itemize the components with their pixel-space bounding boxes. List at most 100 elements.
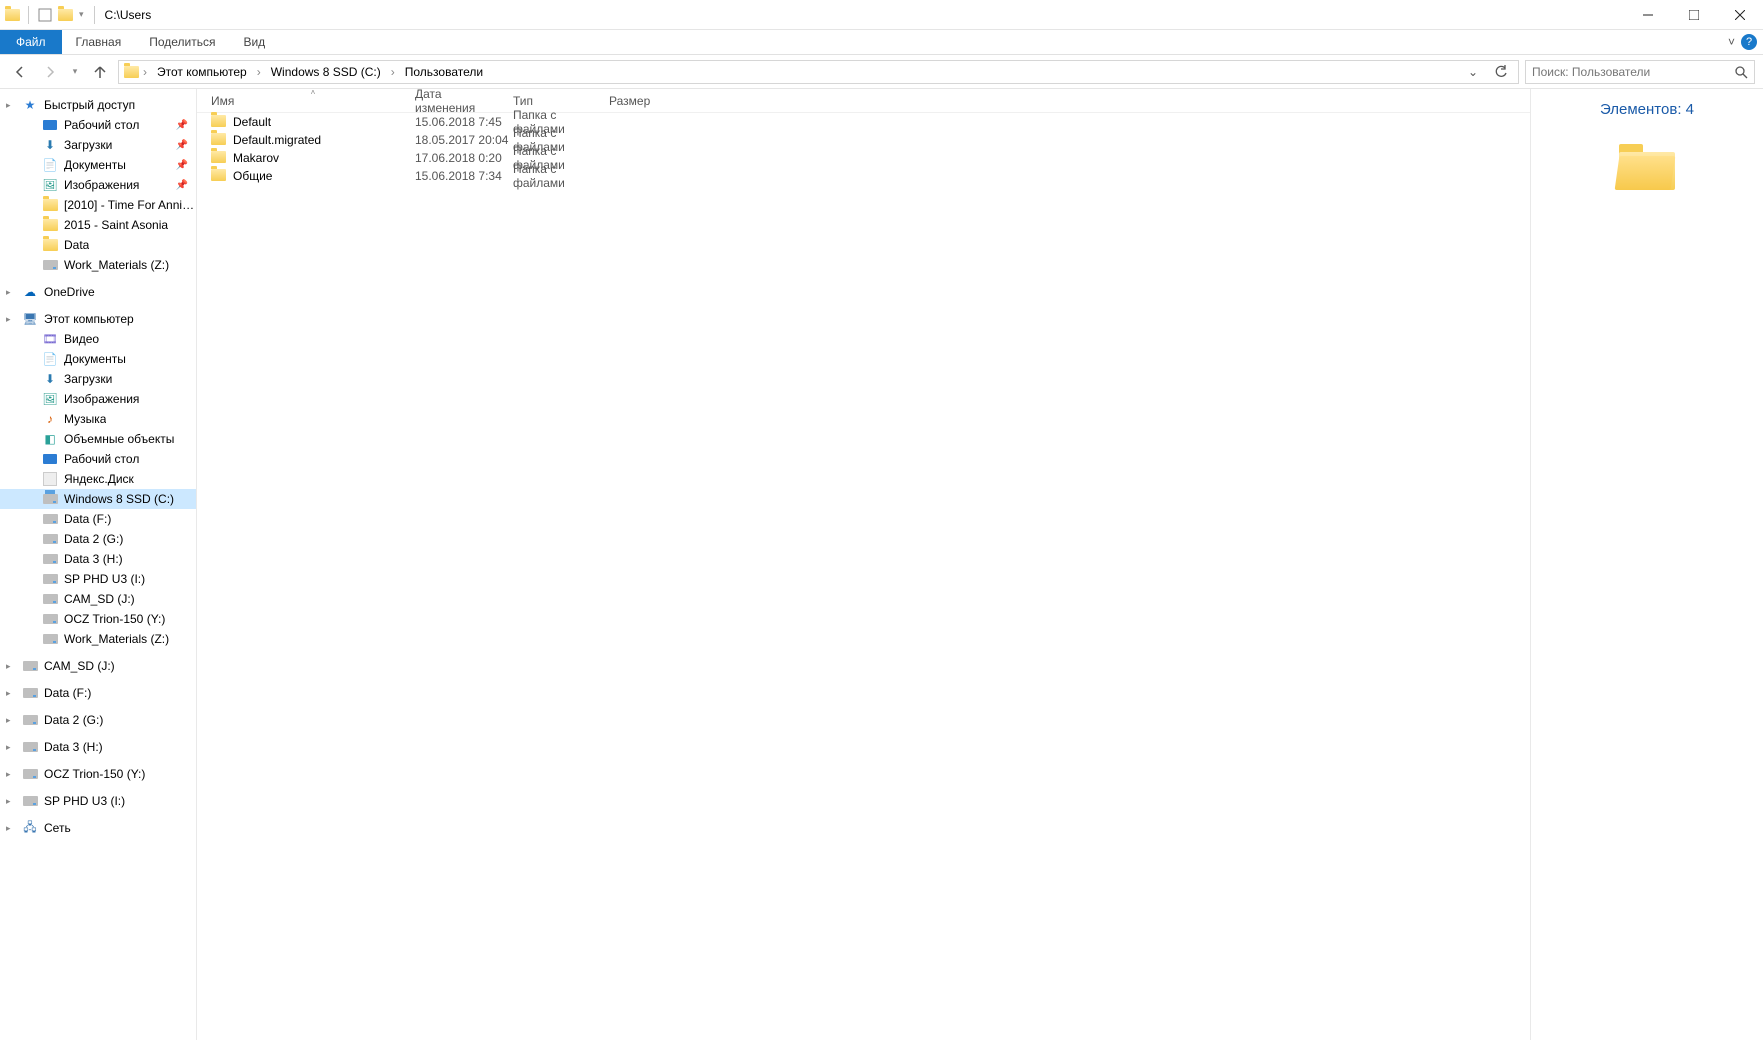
- address-dropdown-icon[interactable]: ⌄: [1464, 65, 1482, 79]
- sidebar-item-label: SP PHD U3 (I:): [64, 572, 145, 586]
- drive-icon: [42, 511, 58, 527]
- sidebar-item-label: Data: [64, 238, 89, 252]
- sidebar-item-drive[interactable]: Work_Materials (Z:): [0, 629, 196, 649]
- sidebar-network[interactable]: ▸ 🖧 Сеть: [0, 818, 196, 838]
- table-row[interactable]: Default15.06.2018 7:45Папка с файлами: [197, 113, 1530, 131]
- sidebar-item-folder[interactable]: [2010] - Time For Annihilation - On: [0, 195, 196, 215]
- back-button[interactable]: [8, 60, 32, 84]
- sidebar-item-music[interactable]: ♪ Музыка: [0, 409, 196, 429]
- sidebar-item-folder[interactable]: 2015 - Saint Asonia: [0, 215, 196, 235]
- search-box[interactable]: [1525, 60, 1755, 84]
- search-icon[interactable]: [1734, 65, 1748, 79]
- column-type[interactable]: Тип: [513, 94, 609, 108]
- chevron-right-icon[interactable]: ▸: [6, 100, 18, 111]
- sidebar-item-drive[interactable]: Work_Materials (Z:): [0, 255, 196, 275]
- breadcrumb[interactable]: Этот компьютер: [151, 61, 253, 83]
- sidebar-item-drive[interactable]: OCZ Trion-150 (Y:): [0, 609, 196, 629]
- sidebar-item-documents[interactable]: 📄 Документы 📌: [0, 155, 196, 175]
- ribbon-collapse-icon[interactable]: ˅: [1728, 35, 1735, 49]
- chevron-right-icon[interactable]: ▸: [6, 715, 18, 726]
- file-name: Общие: [233, 169, 415, 183]
- sidebar-item-drive[interactable]: ▸ Data 2 (G:): [0, 710, 196, 730]
- sidebar-item-folder[interactable]: Data: [0, 235, 196, 255]
- sidebar-item-yandex[interactable]: Яндекс.Диск: [0, 469, 196, 489]
- preview-pane: Элементов: 4: [1530, 89, 1763, 1040]
- file-tab[interactable]: Файл: [0, 30, 62, 54]
- sidebar-item-3d[interactable]: ◧ Объемные объекты: [0, 429, 196, 449]
- chevron-right-icon[interactable]: ▸: [6, 287, 18, 298]
- pin-icon: 📌: [176, 160, 188, 171]
- breadcrumb[interactable]: Пользователи: [399, 61, 489, 83]
- chevron-right-icon[interactable]: ▸: [6, 742, 18, 753]
- breadcrumb[interactable]: Windows 8 SSD (C:): [265, 61, 387, 83]
- sidebar-item-drive[interactable]: ▸ Data 3 (H:): [0, 737, 196, 757]
- folder-icon: [42, 217, 58, 233]
- folder-icon: [211, 115, 227, 129]
- chevron-right-icon[interactable]: ▸: [6, 796, 18, 807]
- up-button[interactable]: [88, 60, 112, 84]
- sidebar-item-drive[interactable]: Data 2 (G:): [0, 529, 196, 549]
- sidebar-item-label: Work_Materials (Z:): [64, 632, 169, 646]
- chevron-right-icon[interactable]: ›: [389, 65, 397, 79]
- sidebar-item-drive[interactable]: ▸ OCZ Trion-150 (Y:): [0, 764, 196, 784]
- chevron-right-icon[interactable]: ›: [141, 65, 149, 79]
- column-date[interactable]: Дата изменения: [415, 87, 513, 115]
- folder-icon: [4, 7, 20, 23]
- sidebar-this-pc[interactable]: ▸ 🖥 Этот компьютер: [0, 309, 196, 329]
- sidebar-item-drive[interactable]: Data 3 (H:): [0, 549, 196, 569]
- table-row[interactable]: Makarov17.06.2018 0:20Папка с файлами: [197, 149, 1530, 167]
- sidebar-item-label: CAM_SD (J:): [44, 659, 115, 673]
- sidebar-item-pictures[interactable]: 🖼 Изображения: [0, 389, 196, 409]
- properties-icon[interactable]: [37, 7, 53, 23]
- sidebar-item-label: Work_Materials (Z:): [64, 258, 169, 272]
- sidebar-item-drive[interactable]: ▸ CAM_SD (J:): [0, 656, 196, 676]
- chevron-right-icon[interactable]: ▸: [6, 769, 18, 780]
- sidebar-item-downloads[interactable]: ⬇ Загрузки 📌: [0, 135, 196, 155]
- chevron-right-icon[interactable]: ▸: [6, 314, 18, 325]
- sidebar-item-documents[interactable]: 📄 Документы: [0, 349, 196, 369]
- minimize-button[interactable]: [1625, 0, 1671, 29]
- help-icon[interactable]: ?: [1741, 34, 1757, 50]
- close-button[interactable]: [1717, 0, 1763, 29]
- star-icon: ★: [22, 97, 38, 113]
- folder-icon: [211, 151, 227, 165]
- tab-share[interactable]: Поделиться: [135, 30, 229, 54]
- sidebar-quick-access[interactable]: ▸ ★ Быстрый доступ: [0, 95, 196, 115]
- sidebar-item-drive-c[interactable]: Windows 8 SSD (C:): [0, 489, 196, 509]
- sidebar-item-desktop[interactable]: Рабочий стол 📌: [0, 115, 196, 135]
- sidebar-item-pictures[interactable]: 🖼 Изображения 📌: [0, 175, 196, 195]
- sidebar-item-label: OCZ Trion-150 (Y:): [44, 767, 145, 781]
- chevron-right-icon[interactable]: ›: [255, 65, 263, 79]
- tab-view[interactable]: Вид: [229, 30, 279, 54]
- forward-button[interactable]: [38, 60, 62, 84]
- pin-icon: 📌: [176, 180, 188, 191]
- sidebar-item-downloads[interactable]: ⬇ Загрузки: [0, 369, 196, 389]
- tab-home[interactable]: Главная: [62, 30, 136, 54]
- sidebar-onedrive[interactable]: ▸ ☁ OneDrive: [0, 282, 196, 302]
- file-type: Папка с файлами: [513, 162, 609, 190]
- sidebar-item-desktop[interactable]: Рабочий стол: [0, 449, 196, 469]
- sidebar-item-drive[interactable]: SP PHD U3 (I:): [0, 569, 196, 589]
- sidebar-item-drive[interactable]: ▸ Data (F:): [0, 683, 196, 703]
- folder-icon: [1619, 144, 1675, 190]
- column-name[interactable]: ˄ Имя: [211, 94, 415, 108]
- address-bar[interactable]: › Этот компьютер › Windows 8 SSD (C:) › …: [118, 60, 1519, 84]
- chevron-right-icon[interactable]: ▸: [6, 688, 18, 699]
- table-row[interactable]: Default.migrated18.05.2017 20:04Папка с …: [197, 131, 1530, 149]
- recent-locations-button[interactable]: ▾: [68, 60, 82, 84]
- maximize-button[interactable]: [1671, 0, 1717, 29]
- refresh-icon[interactable]: [1488, 65, 1514, 79]
- sidebar-item-label: Data 2 (G:): [44, 713, 103, 727]
- window-title: C:\Users: [105, 8, 152, 22]
- chevron-right-icon[interactable]: ▸: [6, 661, 18, 672]
- sidebar-item-drive[interactable]: Data (F:): [0, 509, 196, 529]
- qat-dropdown-icon[interactable]: ▾: [77, 9, 86, 20]
- chevron-right-icon[interactable]: ▸: [6, 823, 18, 834]
- table-row[interactable]: Общие15.06.2018 7:34Папка с файлами: [197, 167, 1530, 185]
- search-input[interactable]: [1532, 65, 1728, 79]
- sidebar-item-drive[interactable]: ▸ SP PHD U3 (I:): [0, 791, 196, 811]
- sidebar-item-videos[interactable]: 🎞 Видео: [0, 329, 196, 349]
- sidebar-item-drive[interactable]: CAM_SD (J:): [0, 589, 196, 609]
- network-icon: 🖧: [22, 820, 38, 836]
- column-size[interactable]: Размер: [609, 94, 689, 108]
